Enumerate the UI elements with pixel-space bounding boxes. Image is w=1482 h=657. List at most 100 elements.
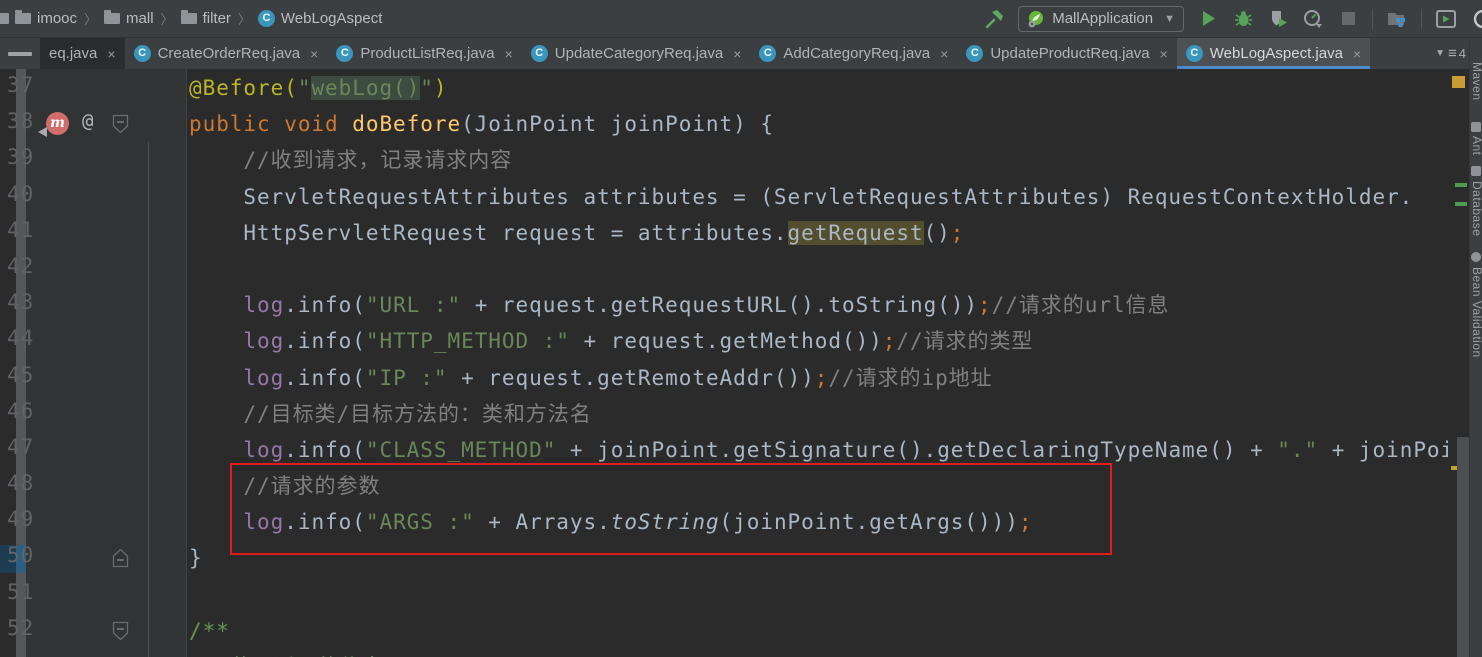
close-icon[interactable]: ×: [1353, 46, 1361, 62]
close-icon[interactable]: ×: [310, 46, 318, 62]
stripe-label-bean-validation[interactable]: Bean Validation: [1470, 267, 1482, 358]
code-token: [189, 438, 243, 462]
code-text[interactable]: log.info("IP :" + request.getRemoteAddr(…: [160, 360, 1448, 396]
line-number: 40: [7, 182, 34, 206]
code-line-43: 43 log.info("URL :" + request.getRequest…: [0, 287, 1448, 323]
code-token: HttpServletRequest request = attributes.: [189, 221, 788, 245]
code-text[interactable]: log.info("HTTP_METHOD :" + request.getMe…: [160, 323, 1448, 359]
dash-icon[interactable]: [8, 52, 32, 56]
tab-label: CreateOrderReq.java: [158, 45, 301, 62]
tab-AddCategoryReq.java[interactable]: CAddCategoryReq.java×: [750, 38, 957, 69]
code-text[interactable]: public void doBefore(JoinPoint joinPoint…: [160, 106, 1448, 142]
code-token: getRequest: [788, 221, 924, 245]
gutter-cell: 51: [0, 577, 160, 613]
breadcrumb-item-mall[interactable]: mall: [104, 10, 154, 27]
search-icon-partial[interactable]: [1470, 8, 1482, 30]
code-token: doBefore: [352, 112, 461, 136]
breadcrumb-label: filter: [203, 10, 231, 27]
tab-WebLogAspect.java[interactable]: CWebLogAspect.java×: [1177, 38, 1370, 69]
code-text[interactable]: log.info("URL :" + request.getRequestURL…: [160, 287, 1448, 323]
code-text[interactable]: ServletRequestAttributes attributes = (S…: [160, 179, 1448, 215]
run-toolwindow-icon[interactable]: [1435, 8, 1457, 30]
close-icon[interactable]: ×: [1160, 46, 1168, 62]
code-token: "URL :": [366, 293, 461, 317]
line-number: 46: [7, 399, 34, 423]
annotation-rectangle: [230, 463, 1112, 555]
run-toolbar: MallApplication ▼: [983, 6, 1482, 32]
close-icon[interactable]: ×: [940, 46, 948, 62]
code-token: //收到请求，记录请求内容: [189, 148, 512, 172]
breadcrumb-item-imooc[interactable]: imooc: [15, 10, 77, 27]
gutter-cell: 49: [0, 504, 160, 540]
breadcrumb-item-WebLogAspect[interactable]: CWebLogAspect: [258, 10, 382, 27]
inspection-status-square[interactable]: [1452, 76, 1465, 88]
code-text[interactable]: * 获取返回的信息: [160, 649, 1448, 657]
intellij-window: { "breadcrumbs": [ {"label": "imooc", "i…: [0, 0, 1482, 657]
tab-CreateOrderReq.java[interactable]: CCreateOrderReq.java×: [125, 38, 328, 69]
tab-UpdateProductReq.java[interactable]: CUpdateProductReq.java×: [957, 38, 1176, 69]
line-number: 43: [7, 290, 34, 314]
build-hammer-icon[interactable]: [983, 8, 1005, 30]
vcs-change-mark[interactable]: [1455, 183, 1467, 187]
run-with-coverage-icon[interactable]: [1267, 8, 1289, 30]
code-token: + joinPoint.getSignature().getDeclaringT…: [556, 438, 1277, 462]
vcs-change-mark[interactable]: [1455, 202, 1467, 206]
stripe-label-ant[interactable]: Ant: [1470, 136, 1482, 156]
close-icon[interactable]: ×: [107, 46, 115, 62]
code-token: //目标类/目标方法的：类和方法名: [189, 402, 592, 426]
code-token: + request.getRequestURL().toString()): [461, 293, 978, 317]
aop-advice-icon[interactable]: m: [46, 112, 69, 135]
code-token: "HTTP_METHOD :": [366, 329, 570, 353]
code-line-38: 38m@public void doBefore(JoinPoint joinP…: [0, 106, 1448, 142]
code-text[interactable]: //收到请求，记录请求内容: [160, 142, 1448, 178]
code-token: .info(: [284, 366, 366, 390]
tab-ProductListReq.java[interactable]: CProductListReq.java×: [327, 38, 521, 69]
code-token: log: [243, 293, 284, 317]
gutter-cell: 45: [0, 360, 160, 396]
line-number: 39: [7, 145, 34, 169]
run-icon[interactable]: [1197, 8, 1219, 30]
profiler-icon[interactable]: [1302, 8, 1324, 30]
fold-start-icon[interactable]: [112, 621, 129, 646]
gutter-cell: 39: [0, 142, 160, 178]
toolbar-separator: [1372, 9, 1373, 29]
ant-icon[interactable]: [1471, 122, 1481, 132]
code-lines: 37@Before("webLog()")38m@public void doB…: [0, 68, 1448, 657]
code-line-40: 40 ServletRequestAttributes attributes =…: [0, 179, 1448, 215]
tool-window-stripe: Maven Ant Database Bean Validation: [1469, 40, 1482, 657]
code-text[interactable]: HttpServletRequest request = attributes.…: [160, 215, 1448, 251]
code-token: //请求的ip地址: [828, 366, 992, 390]
code-text[interactable]: @Before("webLog()"): [160, 70, 1448, 106]
breadcrumb-item-filter[interactable]: filter: [181, 10, 231, 27]
code-token: [189, 329, 243, 353]
code-editor[interactable]: 37@Before("webLog()")38m@public void doB…: [0, 68, 1482, 657]
code-token: //请求的url信息: [992, 293, 1170, 317]
class-icon: C: [966, 45, 983, 62]
code-line-44: 44 log.info("HTTP_METHOD :" + request.ge…: [0, 323, 1448, 359]
stripe-label-maven[interactable]: Maven: [1470, 62, 1482, 101]
breadcrumb-separator: 〉: [238, 9, 251, 28]
code-token: }: [189, 546, 203, 570]
toolbar-separator: [1421, 9, 1422, 29]
code-token: ;: [815, 366, 829, 390]
run-config-select[interactable]: MallApplication ▼: [1018, 6, 1184, 32]
database-icon[interactable]: [1471, 166, 1481, 176]
tab-eq.java[interactable]: eq.java×: [40, 38, 125, 69]
stripe-label-database[interactable]: Database: [1470, 181, 1482, 236]
code-line-37: 37@Before("webLog()"): [0, 70, 1448, 106]
line-number: 48: [7, 471, 34, 495]
code-text[interactable]: /**: [160, 613, 1448, 649]
fold-end-icon[interactable]: [112, 548, 129, 573]
code-token: (): [924, 221, 951, 245]
bean-validation-icon[interactable]: [1471, 252, 1481, 262]
code-token: public void: [189, 112, 352, 136]
code-text[interactable]: //目标类/目标方法的：类和方法名: [160, 396, 1448, 432]
close-icon[interactable]: ×: [733, 46, 741, 62]
line-number: 38: [7, 109, 34, 133]
tab-UpdateCategoryReq.java[interactable]: CUpdateCategoryReq.java×: [522, 38, 751, 69]
close-icon[interactable]: ×: [505, 46, 513, 62]
fold-start-icon[interactable]: [112, 114, 129, 139]
gutter-cell: 42: [0, 251, 160, 287]
debug-icon[interactable]: [1232, 8, 1254, 30]
modules-icon[interactable]: [1386, 8, 1408, 30]
